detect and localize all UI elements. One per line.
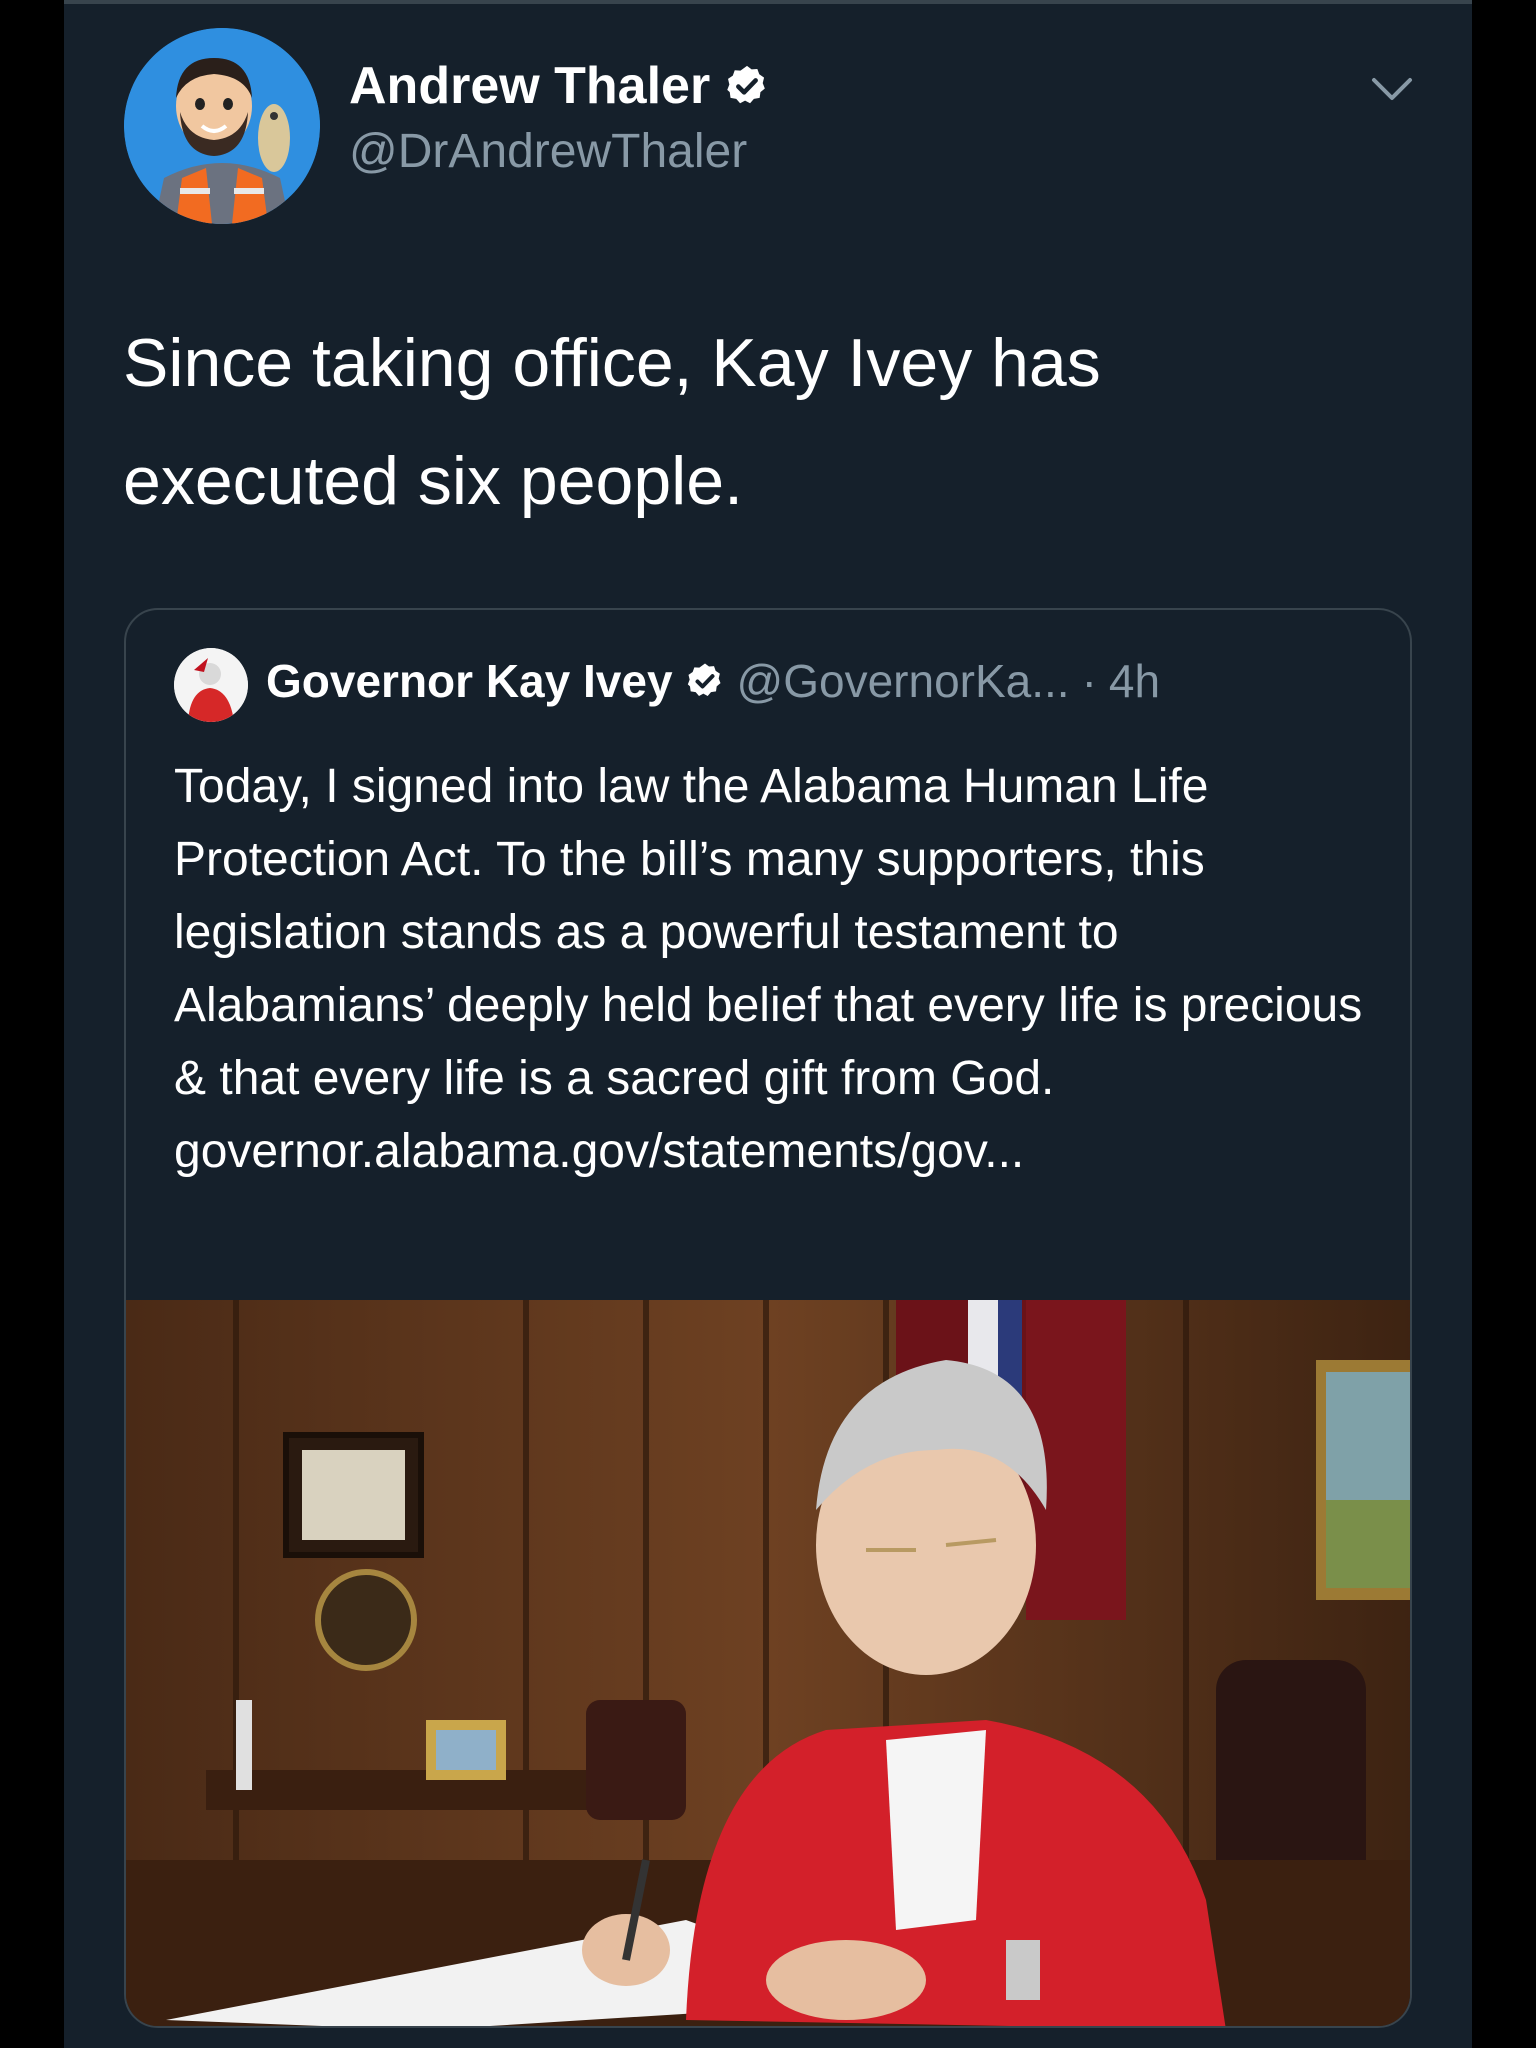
chevron-down-icon[interactable]	[1370, 74, 1414, 104]
separator-dot: ·	[1081, 655, 1097, 707]
quoted-author-handle[interactable]: @GovernorKa...	[737, 654, 1070, 708]
photo-governor-signing-bill	[126, 1300, 1410, 2026]
author-avatar[interactable]	[124, 28, 320, 224]
quoted-header: Governor Kay Ivey @GovernorKa... · 4h	[266, 654, 1160, 708]
quoted-tweet-text: Today, I signed into law the Alabama Hum…	[174, 760, 1363, 1178]
quoted-author-name[interactable]: Governor Kay Ivey	[266, 654, 673, 708]
quoted-timestamp[interactable]: 4h	[1109, 654, 1160, 708]
quoted-tweet[interactable]: Governor Kay Ivey @GovernorKa... · 4h To…	[124, 608, 1412, 2028]
verified-badge-icon	[727, 65, 766, 104]
quoted-tweet-photo[interactable]	[126, 1300, 1410, 2026]
author-name[interactable]: Andrew Thaler	[349, 54, 710, 118]
author-name-row: Andrew Thaler	[349, 54, 770, 118]
verified-badge-icon	[687, 663, 721, 696]
author-handle[interactable]: @DrAndrewThaler	[349, 120, 770, 184]
quoted-author-avatar[interactable]	[174, 648, 248, 722]
governor-avatar-icon	[174, 648, 248, 722]
tweet-author: Andrew Thaler @DrAndrewThaler	[349, 54, 770, 184]
cartoon-avatar-icon	[124, 28, 320, 224]
tweet-card: Andrew Thaler @DrAndrewThaler Since taki…	[64, 0, 1472, 2048]
tweet-text: Since taking office, Kay Ivey has execut…	[123, 325, 1101, 519]
